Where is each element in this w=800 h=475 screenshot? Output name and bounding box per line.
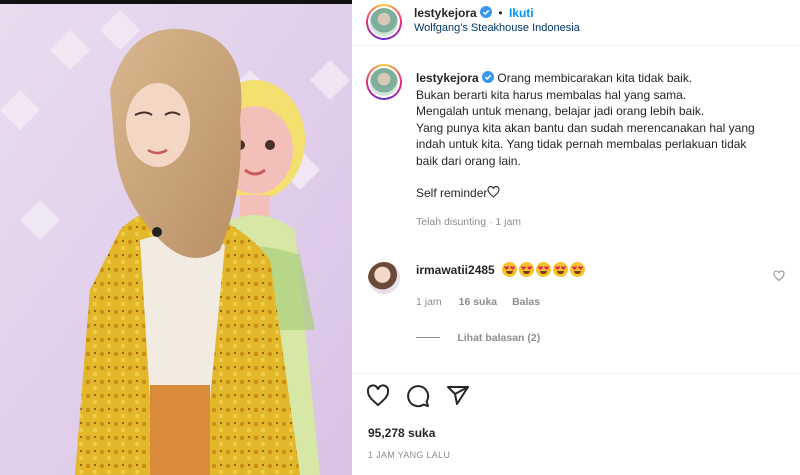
- view-replies-button[interactable]: Lihat balasan (2): [416, 330, 540, 344]
- post-caption: lestykejora Orang membicarakan kita tida…: [416, 70, 786, 230]
- heart-eyes-emoji-icon: [519, 262, 535, 277]
- comment-likes[interactable]: 16 suka: [459, 296, 498, 308]
- post-location[interactable]: Wolfgang's Steakhouse Indonesia: [414, 22, 580, 34]
- post-timestamp[interactable]: 1 JAM YANG LALU: [368, 450, 450, 460]
- follow-button[interactable]: Ikuti: [509, 6, 534, 20]
- outline-heart-icon: [487, 185, 500, 198]
- comment-time: 1 jam: [416, 296, 442, 308]
- heart-eyes-emoji-icon: [502, 262, 518, 277]
- caption-reminder: Self reminder: [416, 186, 488, 200]
- heart-eyes-emoji-icon: [553, 262, 569, 277]
- photo-top-edge: [0, 0, 352, 4]
- post-viewer: lestykejora • Ikuti Wolfgang's Steakhous…: [0, 0, 800, 475]
- heart-icon[interactable]: [366, 384, 390, 408]
- header-title-row: lestykejora • Ikuti: [414, 6, 534, 20]
- caption-edited-meta: Telah disunting · 1 jam: [416, 215, 522, 228]
- comment-body: irmawatii2485: [416, 262, 587, 277]
- caption-line: Orang membicarakan kita tidak baik.: [497, 71, 693, 85]
- likes-count[interactable]: 95,278 suka: [368, 426, 435, 440]
- post-photo-illustration: [0, 0, 352, 475]
- verified-badge-icon: [482, 71, 495, 83]
- comment-icon[interactable]: [406, 384, 430, 408]
- author-avatar[interactable]: [366, 4, 402, 40]
- caption-line: Yang punya kita akan bantu dan sudah mer…: [416, 120, 755, 135]
- caption-line: Bukan berarti kita harus membalas hal ya…: [416, 87, 687, 102]
- comment-emojis: [502, 262, 587, 277]
- share-icon[interactable]: [446, 384, 470, 408]
- caption-line: baik dari orang lain.: [416, 153, 521, 168]
- caption-line: Mengalah untuk menang, belajar jadi oran…: [416, 104, 705, 118]
- post-side-panel: lestykejora • Ikuti Wolfgang's Steakhous…: [352, 0, 800, 475]
- post-header: lestykejora • Ikuti Wolfgang's Steakhous…: [352, 0, 800, 46]
- comment-like-heart-icon[interactable]: [773, 270, 785, 282]
- heart-eyes-emoji-icon: [570, 262, 586, 277]
- comment-meta: 1 jam 16 suka Balas: [416, 296, 540, 308]
- caption-username[interactable]: lestykejora: [416, 71, 479, 85]
- post-actions: 95,278 suka 1 JAM YANG LALU: [352, 373, 800, 475]
- verified-badge-icon: [480, 6, 493, 18]
- commenter-username[interactable]: irmawatii2485: [416, 263, 495, 277]
- caption-line: indah untuk kita. Yang tidak pernah memb…: [416, 137, 747, 151]
- caption-avatar[interactable]: [366, 64, 402, 100]
- commenter-avatar[interactable]: [368, 262, 400, 294]
- heart-eyes-emoji-icon: [536, 262, 552, 277]
- header-separator: •: [498, 6, 503, 20]
- post-photo[interactable]: [0, 0, 352, 475]
- author-username[interactable]: lestykejora: [414, 6, 477, 20]
- comment-reply-button[interactable]: Balas: [512, 296, 540, 308]
- replies-divider: [416, 337, 440, 339]
- view-replies-label: Lihat balasan (2): [457, 332, 541, 344]
